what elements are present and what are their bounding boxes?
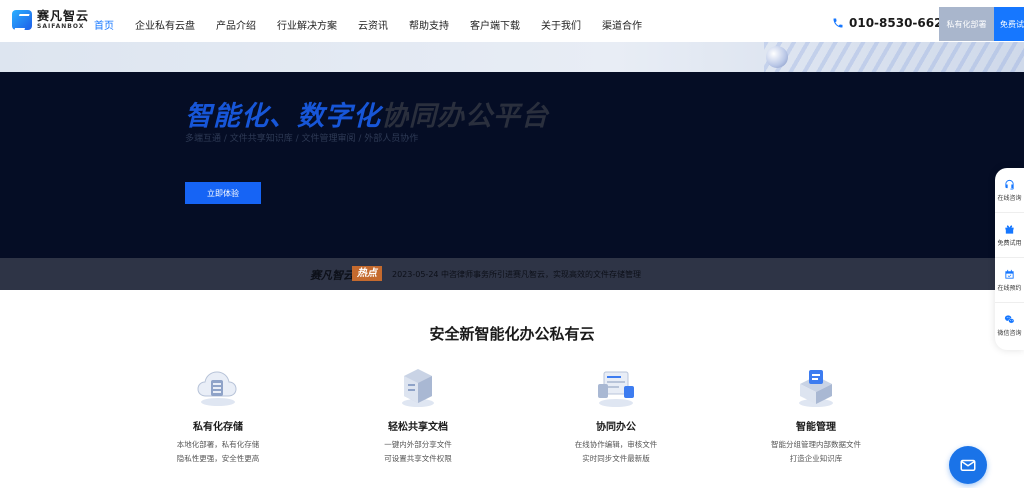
floating-message-button[interactable] xyxy=(949,446,987,484)
phone-icon xyxy=(833,18,843,28)
share-server-icon xyxy=(394,362,442,410)
logo-icon xyxy=(12,10,32,30)
calendar-icon xyxy=(1005,269,1014,279)
free-trial-button[interactable]: 免费试用 xyxy=(994,7,1024,41)
collaboration-icon xyxy=(592,362,640,410)
nav-item-news[interactable]: 云资讯 xyxy=(358,17,388,32)
main-nav: 首页 企业私有云盘 产品介绍 行业解决方案 云资讯 帮助支持 客户端下载 关于我… xyxy=(94,0,663,48)
feature-title: 轻松共享文档 xyxy=(388,422,448,433)
nav-item-private-cloud[interactable]: 企业私有云盘 xyxy=(135,17,195,32)
nav-item-download[interactable]: 客户端下载 xyxy=(470,17,520,32)
feature-desc: 智能分组管理内部数据文件 打造企业知识库 xyxy=(771,440,861,463)
section-title: 安全新智能化办公私有云 xyxy=(429,325,595,343)
management-icon xyxy=(792,362,840,410)
nav-item-partners[interactable]: 渠道合作 xyxy=(602,17,642,32)
decor-orb-icon xyxy=(766,46,788,68)
logo[interactable]: 赛凡智云 SAIFANBOX xyxy=(12,10,89,30)
mail-icon xyxy=(960,459,976,471)
hero-title-rest: 协同办公平台 xyxy=(381,101,549,132)
nav-item-home[interactable]: 首页 xyxy=(94,17,114,32)
side-wechat-consult[interactable]: 微信咨询 xyxy=(995,303,1024,348)
feature-title: 私有化存储 xyxy=(193,422,243,433)
feature-private-storage[interactable]: 私有化存储 本地化部署，私有化存储 隐私性更强，安全性更高 xyxy=(148,362,288,466)
feature-title: 协同办公 xyxy=(596,422,636,433)
page: 赛凡智云 SAIFANBOX 首页 企业私有云盘 产品介绍 行业解决方案 云资讯… xyxy=(0,0,1024,488)
side-online-booking[interactable]: 在线预约 xyxy=(995,258,1024,303)
cloud-storage-icon xyxy=(194,362,242,410)
news-ticker: 赛凡智云 热点 2023-05-24 中咨律师事务所引进赛凡智云，实现高效的文件… xyxy=(0,258,1024,290)
feature-easy-sharing[interactable]: 轻松共享文档 一键内外部分享文件 可设置共享文件权限 xyxy=(348,362,488,466)
side-contact-rail: 在线咨询 免费试用 在线预约 微信咨询 xyxy=(995,168,1024,350)
feature-smart-management[interactable]: 智能管理 智能分组管理内部数据文件 打造企业知识库 xyxy=(746,362,886,466)
feature-desc: 在线协作编辑，审核文件 实时同步文件最新版 xyxy=(574,440,658,463)
nav-item-solutions[interactable]: 行业解决方案 xyxy=(277,17,337,32)
news-headline-link[interactable]: 2023-05-24 中咨律师事务所引进赛凡智云，实现高效的文件存储管理 xyxy=(392,269,641,280)
side-free-trial[interactable]: 免费试用 xyxy=(995,213,1024,258)
hot-badge: 热点 xyxy=(352,266,382,281)
site-header: 赛凡智云 SAIFANBOX 首页 企业私有云盘 产品介绍 行业解决方案 云资讯… xyxy=(0,0,1024,48)
private-deploy-button[interactable]: 私有化部署 xyxy=(939,7,994,41)
nav-item-products[interactable]: 产品介绍 xyxy=(216,17,256,32)
phone-contact[interactable]: 010-8530-6624 xyxy=(832,16,951,30)
feature-desc: 一键内外部分享文件 可设置共享文件权限 xyxy=(384,440,452,463)
nav-item-help[interactable]: 帮助支持 xyxy=(409,17,449,32)
nav-item-about[interactable]: 关于我们 xyxy=(541,17,581,32)
news-brand: 赛凡智云 xyxy=(310,269,354,282)
feature-desc: 本地化部署，私有化存储 隐私性更强，安全性更高 xyxy=(176,440,260,463)
decor-stripes xyxy=(764,42,1024,72)
feature-collaboration[interactable]: 协同办公 在线协作编辑，审核文件 实时同步文件最新版 xyxy=(546,362,686,466)
logo-subtitle: SAIFANBOX xyxy=(37,23,85,30)
phone-number: 010-8530-6624 xyxy=(849,16,951,30)
hero-title: 智能化、数字化协同办公平台 xyxy=(185,94,549,133)
try-now-button[interactable]: 立即体验 xyxy=(185,182,261,204)
wechat-icon xyxy=(1004,315,1015,324)
gift-icon xyxy=(1005,224,1014,234)
hero-subtitle: 多端互通 / 文件共享知识库 / 文件管理审阅 / 外部人员协作 xyxy=(185,134,419,144)
hero-title-accent: 智能化、数字化 xyxy=(185,101,381,132)
hero-banner: 智能化、数字化协同办公平台 多端互通 / 文件共享知识库 / 文件管理审阅 / … xyxy=(0,72,1024,258)
headset-icon xyxy=(1005,179,1014,190)
feature-list: 私有化存储 本地化部署，私有化存储 隐私性更强，安全性更高 轻松共享文档 一键内 xyxy=(0,362,1024,472)
hero-banner-top xyxy=(0,42,1024,72)
side-online-consult[interactable]: 在线咨询 xyxy=(995,168,1024,213)
feature-title: 智能管理 xyxy=(796,422,836,433)
logo-name: 赛凡智云 xyxy=(37,9,90,23)
